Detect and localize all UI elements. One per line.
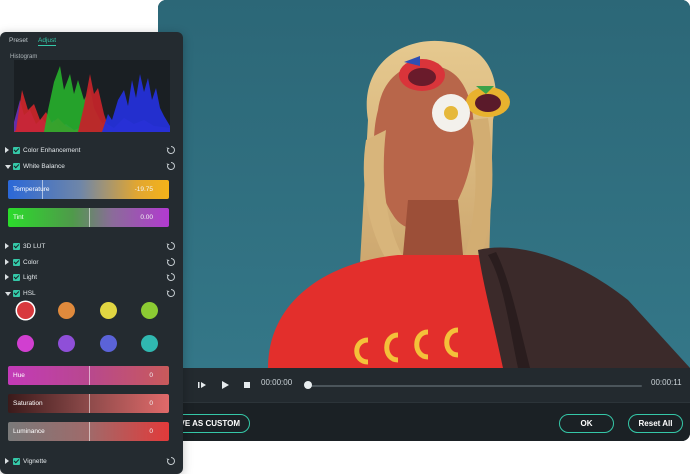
expand-arrow-icon[interactable] [5,274,9,280]
stop-icon [244,382,250,388]
luminance-label: Luminance [13,428,45,435]
preview-window: 00:00:00 00:00:11 AVE AS CUSTOM OK Reset… [158,0,690,441]
hsl-swatch-purple[interactable] [58,335,75,352]
temperature-value: -19.75 [134,186,153,193]
tint-knob[interactable] [89,208,90,227]
luminance-knob[interactable] [89,422,90,441]
temperature-knob[interactable] [42,180,43,199]
saturation-slider[interactable]: Saturation 0 [8,394,169,413]
expand-arrow-icon[interactable] [5,458,9,464]
reset-icon[interactable] [166,456,176,466]
tint-label: Tint [13,214,24,221]
checkbox-color-enhancement[interactable] [13,147,20,154]
histogram-graph [14,66,170,132]
playback-controls: 00:00:00 00:00:11 [158,368,690,402]
checkbox-white-balance[interactable] [13,163,20,170]
panel-tabs: Preset Adjust [0,32,183,46]
checkbox-vignette[interactable] [13,458,20,465]
hsl-swatch-green[interactable] [141,302,158,319]
checkbox-3d-lut[interactable] [13,243,20,250]
ok-button[interactable]: OK [559,414,614,433]
progress-thumb[interactable] [304,381,312,389]
tint-slider[interactable]: Tint 0.00 [8,208,169,227]
saturation-knob[interactable] [89,394,90,413]
action-bar: AVE AS CUSTOM OK Reset All [158,402,690,441]
section-light[interactable]: Light [0,271,183,285]
reset-all-button[interactable]: Reset All [628,414,683,433]
section-label: Color [23,259,39,266]
section-color-enhancement[interactable]: Color Enhancement [0,144,183,158]
section-label: HSL [23,290,36,297]
section-white-balance[interactable]: White Balance [0,160,183,174]
hsl-swatch-yellow[interactable] [100,302,117,319]
collapse-arrow-icon[interactable] [5,165,11,169]
checkbox-color[interactable] [13,259,20,266]
reset-icon[interactable] [166,288,176,298]
section-label: Light [23,274,38,281]
temperature-slider[interactable]: Temperature -19.75 [8,180,169,199]
reset-icon[interactable] [166,257,176,267]
hsl-swatch-orange[interactable] [58,302,75,319]
hue-knob[interactable] [89,366,90,385]
saturation-label: Saturation [13,400,43,407]
checkbox-hsl[interactable] [13,290,20,297]
play-button[interactable] [218,378,232,392]
section-label: Vignette [23,458,47,465]
tab-preset[interactable]: Preset [9,37,28,44]
luminance-slider[interactable]: Luminance 0 [8,422,169,441]
adjust-panel: Preset Adjust Histogram Color Enhancemen… [0,32,183,474]
stop-button[interactable] [240,378,254,392]
play-icon [222,381,229,389]
reset-icon[interactable] [166,241,176,251]
preview-image [158,0,690,368]
collapse-arrow-icon[interactable] [5,292,11,296]
reset-icon[interactable] [166,161,176,171]
expand-arrow-icon[interactable] [5,243,9,249]
flower-shape [432,94,470,132]
hsl-swatch-aqua[interactable] [141,335,158,352]
section-3d-lut[interactable]: 3D LUT [0,240,183,254]
hsl-swatch-red[interactable] [17,302,34,319]
hue-slider[interactable]: Hue 0 [8,366,169,385]
section-label: Color Enhancement [23,147,81,154]
hue-label: Hue [13,372,25,379]
section-color[interactable]: Color [0,256,183,270]
reset-icon[interactable] [166,145,176,155]
histogram [14,60,170,132]
saturation-value: 0 [149,400,153,407]
checkbox-light[interactable] [13,274,20,281]
total-time: 00:00:11 [651,378,682,387]
progress-track[interactable] [308,385,642,387]
expand-arrow-icon[interactable] [5,259,9,265]
tint-value: 0.00 [140,214,153,221]
expand-arrow-icon[interactable] [5,147,9,153]
temperature-label: Temperature [13,186,50,193]
section-label: White Balance [23,163,65,170]
hue-value: 0 [149,372,153,379]
luminance-value: 0 [149,428,153,435]
hsl-swatch-blue[interactable] [100,335,117,352]
reset-icon[interactable] [166,272,176,282]
section-label: 3D LUT [23,243,46,250]
step-forward-icon [198,382,206,388]
hsl-swatch-magenta[interactable] [17,335,34,352]
section-hsl[interactable]: HSL [0,287,183,301]
portrait-photo [158,0,690,368]
tab-adjust[interactable]: Adjust [38,37,57,46]
current-time: 00:00:00 [261,378,293,387]
step-forward-button[interactable] [195,378,209,392]
section-vignette[interactable]: Vignette [0,455,183,469]
